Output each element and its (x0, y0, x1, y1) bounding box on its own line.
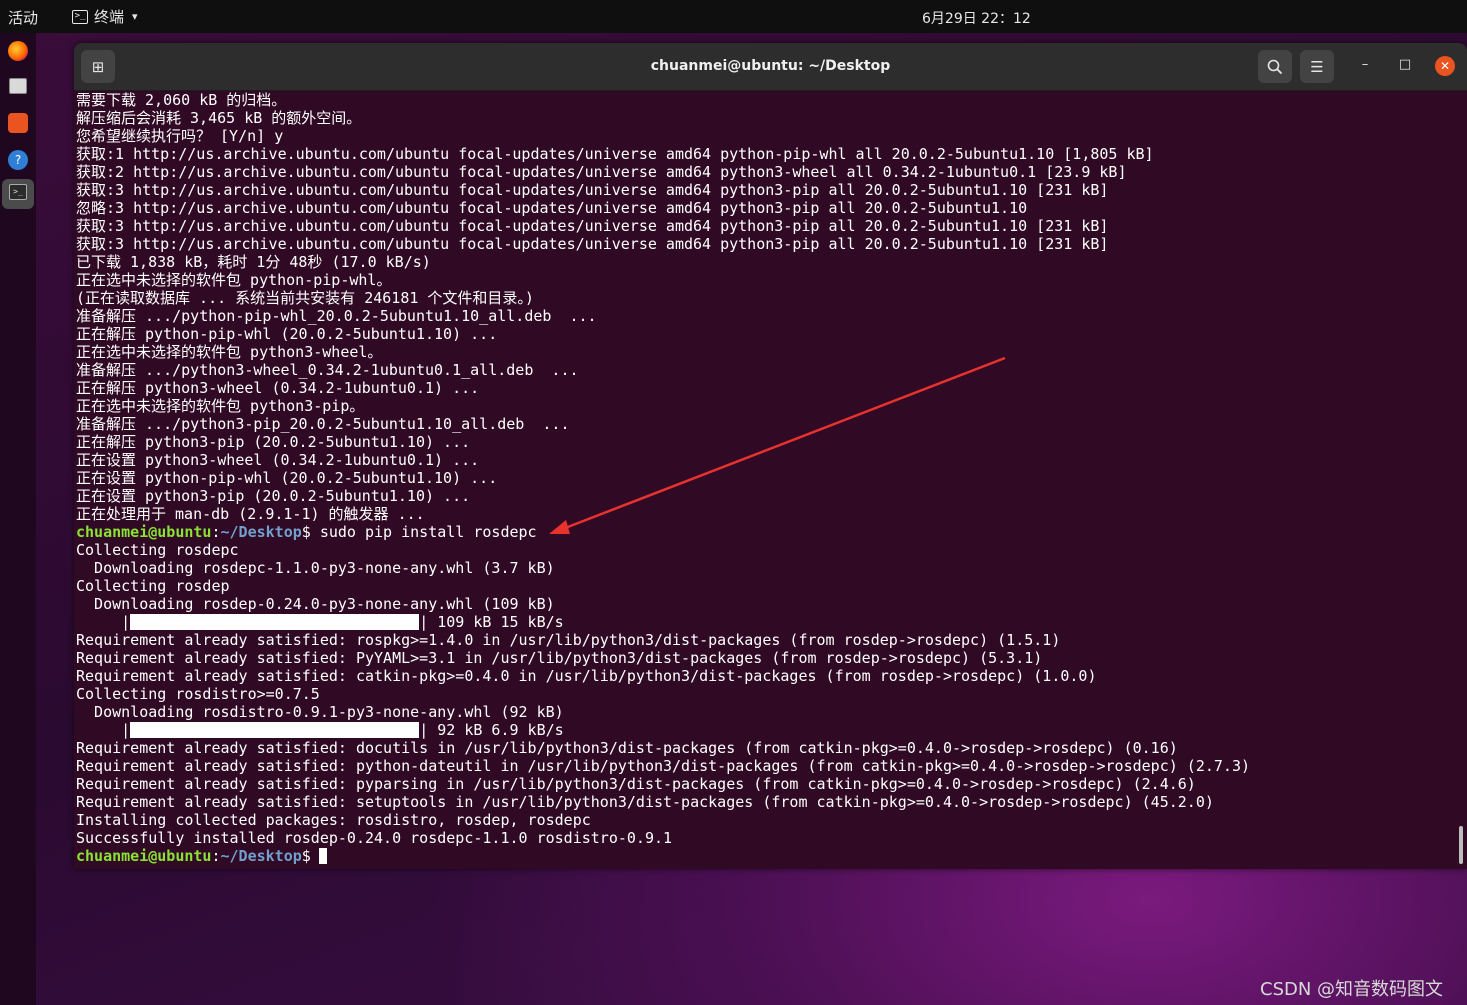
search-icon (1267, 59, 1283, 74)
current-prompt-line[interactable]: chuanmei@ubuntu:~/Desktop$ (76, 847, 1456, 865)
output-line: Collecting rosdep (76, 577, 230, 595)
prompt-dollar: $ (301, 847, 311, 865)
output-line: 您希望继续执行吗？ [Y/n] y (76, 127, 284, 145)
terminal-icon: >_ (72, 9, 88, 24)
output-line: Installing collected packages: rosdistro… (76, 811, 591, 829)
help-icon[interactable]: ? (8, 150, 28, 170)
output-line: Requirement already satisfied: PyYAML>=3… (76, 649, 1043, 667)
output-block-pip-2: Requirement already satisfied: rospkg>=1… (76, 631, 1456, 721)
clock[interactable]: 6月29日 22：12 (922, 8, 1031, 28)
progress-line-1: | | 109 kB 15 kB/s (76, 613, 1456, 631)
activities-button[interactable]: 活动 (8, 7, 38, 28)
dock: ? >_ (0, 33, 36, 1005)
menu-button[interactable]: ☰ (1300, 50, 1334, 83)
command-line: chuanmei@ubuntu:~/Desktop$ sudo pip inst… (76, 523, 1456, 541)
search-button[interactable] (1258, 50, 1292, 83)
progress-line-2: | | 92 kB 6.9 kB/s (76, 721, 1456, 739)
minimize-button[interactable]: – (1355, 57, 1375, 72)
output-line: 正在设置 python3-wheel (0.34.2-1ubuntu0.1) .… (76, 451, 480, 469)
top-bar: 活动 >_ 终端 ▾ 6月29日 22：12 (0, 0, 1467, 33)
output-line: Collecting rosdepc (76, 541, 239, 559)
progress-prefix: | (76, 613, 131, 631)
prompt-colon: : (211, 847, 221, 865)
output-line: 正在选中未选择的软件包 python3-wheel。 (76, 343, 383, 361)
close-button[interactable]: ✕ (1435, 56, 1455, 76)
output-line: 获取:3 http://us.archive.ubuntu.com/ubuntu… (76, 217, 1109, 235)
output-line: 准备解压 .../python3-pip_20.0.2-5ubuntu1.10_… (76, 415, 570, 433)
output-line: Downloading rosdepc-1.1.0-py3-none-any.w… (76, 559, 555, 577)
output-line: 解压缩后会消耗 3,465 kB 的额外空间。 (76, 109, 362, 127)
output-line: 获取:3 http://us.archive.ubuntu.com/ubuntu… (76, 181, 1109, 199)
output-line: Requirement already satisfied: rospkg>=1… (76, 631, 1061, 649)
prompt-colon: : (211, 523, 221, 541)
app-menu[interactable]: >_ 终端 ▾ (72, 6, 138, 27)
hamburger-menu-icon: ☰ (1310, 57, 1324, 76)
output-line: Successfully installed rosdep-0.24.0 ros… (76, 829, 673, 847)
title-bar[interactable]: ⊞ chuanmei@ubuntu: ~/Desktop ☰ – □ ✕ (74, 43, 1467, 91)
output-line: 正在处理用于 man-db (2.9.1-1) 的触发器 ... (76, 505, 425, 523)
chevron-down-icon: ▾ (132, 10, 138, 23)
output-line: (正在读取数据库 ... 系统当前共安装有 246181 个文件和目录。) (76, 289, 534, 307)
prompt-dollar: $ (301, 523, 311, 541)
output-line: 正在解压 python3-wheel (0.34.2-1ubuntu0.1) .… (76, 379, 480, 397)
output-line: Requirement already satisfied: pyparsing… (76, 775, 1196, 793)
terminal-icon[interactable]: >_ (9, 184, 27, 200)
output-line: 准备解压 .../python-pip-whl_20.0.2-5ubuntu1.… (76, 307, 597, 325)
output-line: 正在设置 python3-pip (20.0.2-5ubuntu1.10) ..… (76, 487, 471, 505)
prompt-path: ~/Desktop (220, 847, 302, 865)
output-line: Requirement already satisfied: python-da… (76, 757, 1250, 775)
output-line: Requirement already satisfied: setuptool… (76, 793, 1214, 811)
output-line: 获取:2 http://us.archive.ubuntu.com/ubuntu… (76, 163, 1127, 181)
progress-prefix: | (76, 721, 131, 739)
files-icon[interactable] (9, 78, 27, 94)
software-store-icon[interactable] (8, 113, 28, 133)
progress-suffix: | 92 kB 6.9 kB/s (419, 721, 564, 739)
output-line: 获取:3 http://us.archive.ubuntu.com/ubuntu… (76, 235, 1109, 253)
terminal-output[interactable]: 需要下载 2,060 kB 的归档。 解压缩后会消耗 3,465 kB 的额外空间… (76, 90, 1456, 869)
output-line: 已下载 1,838 kB，耗时 1分 48秒 (17.0 kB/s) (76, 253, 431, 271)
output-line: Downloading rosdistro-0.9.1-py3-none-any… (76, 703, 564, 721)
scrollbar[interactable] (1459, 826, 1463, 864)
text-cursor (318, 848, 327, 864)
progress-bar (130, 722, 420, 738)
output-line: Requirement already satisfied: docutils … (76, 739, 1178, 757)
output-line: 正在解压 python3-pip (20.0.2-5ubuntu1.10) ..… (76, 433, 471, 451)
maximize-button[interactable]: □ (1395, 57, 1415, 72)
output-line: 正在解压 python-pip-whl (20.0.2-5ubuntu1.10)… (76, 325, 498, 343)
output-line: 获取:1 http://us.archive.ubuntu.com/ubuntu… (76, 145, 1154, 163)
app-menu-label: 终端 (94, 8, 125, 26)
firefox-icon[interactable] (8, 41, 28, 61)
output-line: 忽略:3 http://us.archive.ubuntu.com/ubuntu… (76, 199, 1028, 217)
progress-bar (130, 614, 420, 630)
progress-suffix: | 109 kB 15 kB/s (419, 613, 564, 631)
output-block-pip-3: Requirement already satisfied: docutils … (76, 739, 1456, 847)
output-line: 正在选中未选择的软件包 python-pip-whl。 (76, 271, 392, 289)
output-line: 准备解压 .../python3-wheel_0.34.2-1ubuntu0.1… (76, 361, 579, 379)
prompt-path: ~/Desktop (220, 523, 302, 541)
output-line: Downloading rosdep-0.24.0-py3-none-any.w… (76, 595, 555, 613)
output-block-apt: 需要下载 2,060 kB 的归档。 解压缩后会消耗 3,465 kB 的额外空间… (76, 91, 1456, 523)
output-line: Collecting rosdistro>=0.7.5 (76, 685, 320, 703)
prompt-user: chuanmei@ubuntu (76, 523, 212, 541)
output-line: 需要下载 2,060 kB 的归档。 (76, 91, 287, 109)
prompt-user: chuanmei@ubuntu (76, 847, 212, 865)
output-line: 正在选中未选择的软件包 python3-pip。 (76, 397, 365, 415)
watermark: CSDN @知音数码图文 (1260, 979, 1444, 1000)
command-text: sudo pip install rosdepc (310, 523, 537, 541)
terminal-window: ⊞ chuanmei@ubuntu: ~/Desktop ☰ – □ ✕ 需要下… (74, 43, 1467, 869)
output-line: Requirement already satisfied: catkin-pk… (76, 667, 1097, 685)
output-block-pip-1: Collecting rosdepc Downloading rosdepc-1… (76, 541, 1456, 613)
output-line: 正在设置 python-pip-whl (20.0.2-5ubuntu1.10)… (76, 469, 498, 487)
